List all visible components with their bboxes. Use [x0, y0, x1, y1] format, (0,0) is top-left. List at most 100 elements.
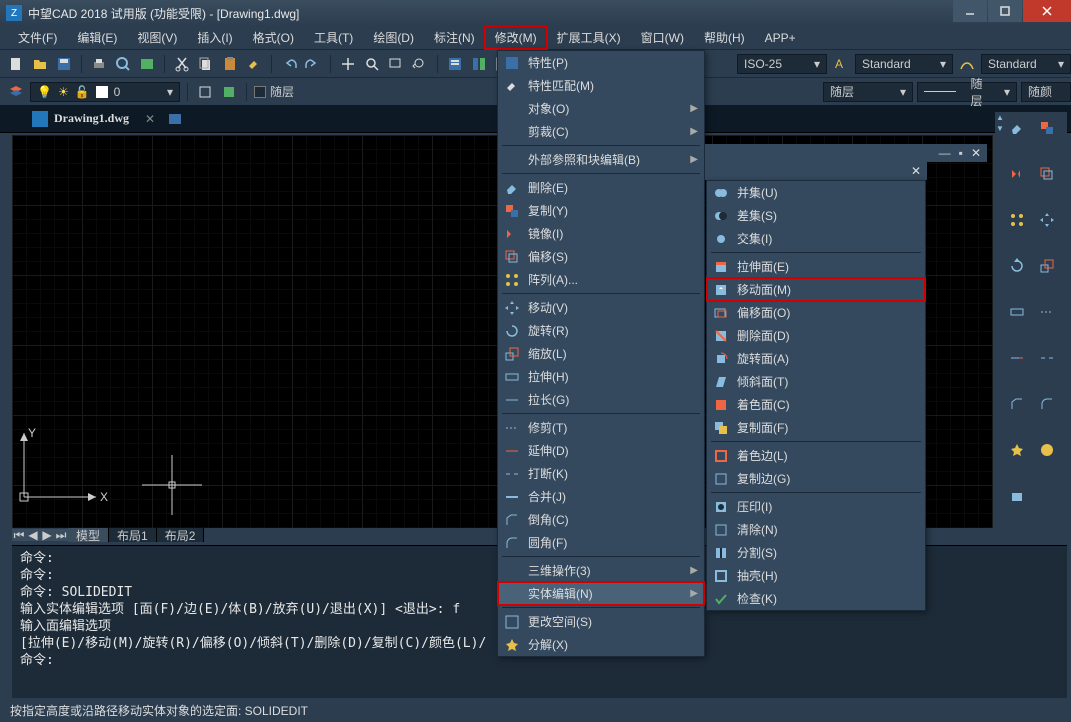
publish-icon[interactable] — [137, 54, 157, 74]
menu-item[interactable]: 打断(K) — [498, 462, 704, 485]
menu-item[interactable]: 特性匹配(M) — [498, 74, 704, 97]
menu-item[interactable]: 外部参照和块编辑(B)▶ — [498, 148, 704, 171]
menu-item[interactable]: 拉长(G) — [498, 388, 704, 411]
offset-tool-icon[interactable] — [1033, 162, 1061, 186]
cut-icon[interactable] — [172, 54, 192, 74]
copy-icon[interactable] — [196, 54, 216, 74]
menu-item[interactable]: 压印(I) — [707, 495, 925, 518]
sphere-tool-icon[interactable] — [1033, 438, 1061, 462]
document-tab[interactable]: Drawing1.dwg ✕ — [32, 111, 155, 127]
menu-帮助H[interactable]: 帮助(H) — [694, 26, 755, 49]
layer-combo[interactable]: 💡☀🔓 0▾ — [30, 82, 180, 102]
make-block-icon[interactable] — [219, 82, 239, 102]
menu-插入I[interactable]: 插入(I) — [187, 26, 242, 49]
bylayer-check[interactable]: 随层 — [254, 83, 294, 100]
mirror-tool-icon[interactable] — [1003, 162, 1031, 186]
menu-item[interactable]: 拉伸面(E) — [707, 255, 925, 278]
menu-item[interactable]: 交集(I) — [707, 227, 925, 250]
tab-add-icon[interactable] — [165, 109, 185, 129]
paste-icon[interactable] — [220, 54, 240, 74]
menu-item[interactable]: 复制(Y) — [498, 199, 704, 222]
menu-修改M[interactable]: 修改(M) — [485, 26, 547, 49]
menu-绘图D[interactable]: 绘图(D) — [363, 26, 424, 49]
menu-文件F[interactable]: 文件(F) — [8, 26, 67, 49]
box-tool-icon[interactable] — [1003, 484, 1031, 508]
menu-item[interactable]: 删除面(D) — [707, 324, 925, 347]
scroll-last-icon[interactable]: ⏭ — [54, 529, 68, 541]
move-tool-icon[interactable] — [1033, 208, 1061, 232]
menu-item[interactable]: 更改空间(S) — [498, 610, 704, 633]
vscroll[interactable]: ▲ ▼ — [995, 112, 1005, 134]
palette-close-icon[interactable]: ✕ — [971, 146, 981, 160]
copy-tool-icon[interactable] — [1033, 116, 1061, 140]
pan-icon[interactable] — [338, 54, 358, 74]
scroll-prev-icon[interactable]: ◀ — [26, 529, 40, 541]
fillet-tool-icon[interactable] — [1033, 392, 1061, 416]
array-tool-icon[interactable] — [1003, 208, 1031, 232]
menu-item[interactable]: 偏移(S) — [498, 245, 704, 268]
stretch-tool-icon[interactable] — [1003, 300, 1031, 324]
trim-tool-icon[interactable] — [1033, 300, 1061, 324]
menu-item[interactable]: 阵列(A)... — [498, 268, 704, 291]
zoom-prev-icon[interactable] — [410, 54, 430, 74]
tab-close-icon[interactable]: ✕ — [145, 112, 155, 126]
menu-item[interactable]: 删除(E) — [498, 176, 704, 199]
zoom-win-icon[interactable] — [386, 54, 406, 74]
menu-item[interactable]: 合并(J) — [498, 485, 704, 508]
properties-icon[interactable] — [445, 54, 465, 74]
insert-block-icon[interactable] — [195, 82, 215, 102]
textstyle-icon[interactable]: A — [831, 54, 851, 74]
menu-item[interactable]: 偏移面(O) — [707, 301, 925, 324]
layout-tab[interactable]: 布局1 — [109, 528, 157, 542]
open-icon[interactable] — [30, 54, 50, 74]
dimstyle-combo[interactable]: ISO-25▾ — [737, 54, 827, 74]
menu-item[interactable]: 分割(S) — [707, 541, 925, 564]
menu-item[interactable]: 旋转(R) — [498, 319, 704, 342]
menu-工具T[interactable]: 工具(T) — [304, 26, 363, 49]
menu-item[interactable]: 着色面(C) — [707, 393, 925, 416]
close-button[interactable] — [1023, 0, 1071, 22]
menu-item[interactable]: 并集(U) — [707, 181, 925, 204]
extend-tool-icon[interactable] — [1003, 346, 1031, 370]
menu-item[interactable]: 差集(S) — [707, 204, 925, 227]
chamfer-tool-icon[interactable] — [1003, 392, 1031, 416]
menu-item[interactable]: 圆角(F) — [498, 531, 704, 554]
palette-pin-icon[interactable]: ▪ — [959, 146, 963, 160]
textstyle-combo[interactable]: Standard▾ — [855, 54, 953, 74]
menu-item[interactable]: 清除(N) — [707, 518, 925, 541]
explode-tool-icon[interactable] — [1003, 438, 1031, 462]
scale-tool-icon[interactable] — [1033, 254, 1061, 278]
menu-item[interactable]: 拉伸(H) — [498, 365, 704, 388]
menu-item[interactable]: 修剪(T) — [498, 416, 704, 439]
menu-item[interactable]: 分解(X) — [498, 633, 704, 656]
menu-item[interactable]: 倒角(C) — [498, 508, 704, 531]
menu-扩展工具X[interactable]: 扩展工具(X) — [547, 26, 631, 49]
menu-item[interactable]: 旋转面(A) — [707, 347, 925, 370]
menu-APP+[interactable]: APP+ — [755, 28, 806, 48]
design-center-icon[interactable] — [469, 54, 489, 74]
matchprop-icon[interactable] — [244, 54, 264, 74]
new-icon[interactable] — [6, 54, 26, 74]
menu-格式O[interactable]: 格式(O) — [243, 26, 304, 49]
linetype-combo[interactable]: 随层▾ — [823, 82, 913, 102]
palette-minimize-icon[interactable]: — — [939, 146, 951, 160]
break-tool-icon[interactable] — [1033, 346, 1061, 370]
menu-item[interactable]: 镜像(I) — [498, 222, 704, 245]
layout-tab[interactable]: 布局2 — [157, 528, 205, 542]
menu-编辑E[interactable]: 编辑(E) — [67, 26, 127, 49]
preview-icon[interactable] — [113, 54, 133, 74]
menu-item[interactable]: 移动面(M) — [707, 278, 925, 301]
menu-item[interactable]: 剪裁(C)▶ — [498, 120, 704, 143]
tablestyle-icon[interactable] — [957, 54, 977, 74]
scroll-first-icon[interactable]: ⏮ — [12, 529, 26, 541]
plot-style-combo[interactable]: 随颜 — [1021, 82, 1071, 102]
layout-tab[interactable]: 模型 — [68, 528, 109, 542]
tablestyle-combo[interactable]: Standard▾ — [981, 54, 1071, 74]
menu-item[interactable]: 延伸(D) — [498, 439, 704, 462]
menu-item[interactable]: 复制边(G) — [707, 467, 925, 490]
erase-tool-icon[interactable] — [1003, 116, 1031, 140]
menu-item[interactable]: 复制面(F) — [707, 416, 925, 439]
zoom-rt-icon[interactable] — [362, 54, 382, 74]
menu-item[interactable]: 移动(V) — [498, 296, 704, 319]
menu-标注N[interactable]: 标注(N) — [424, 26, 485, 49]
